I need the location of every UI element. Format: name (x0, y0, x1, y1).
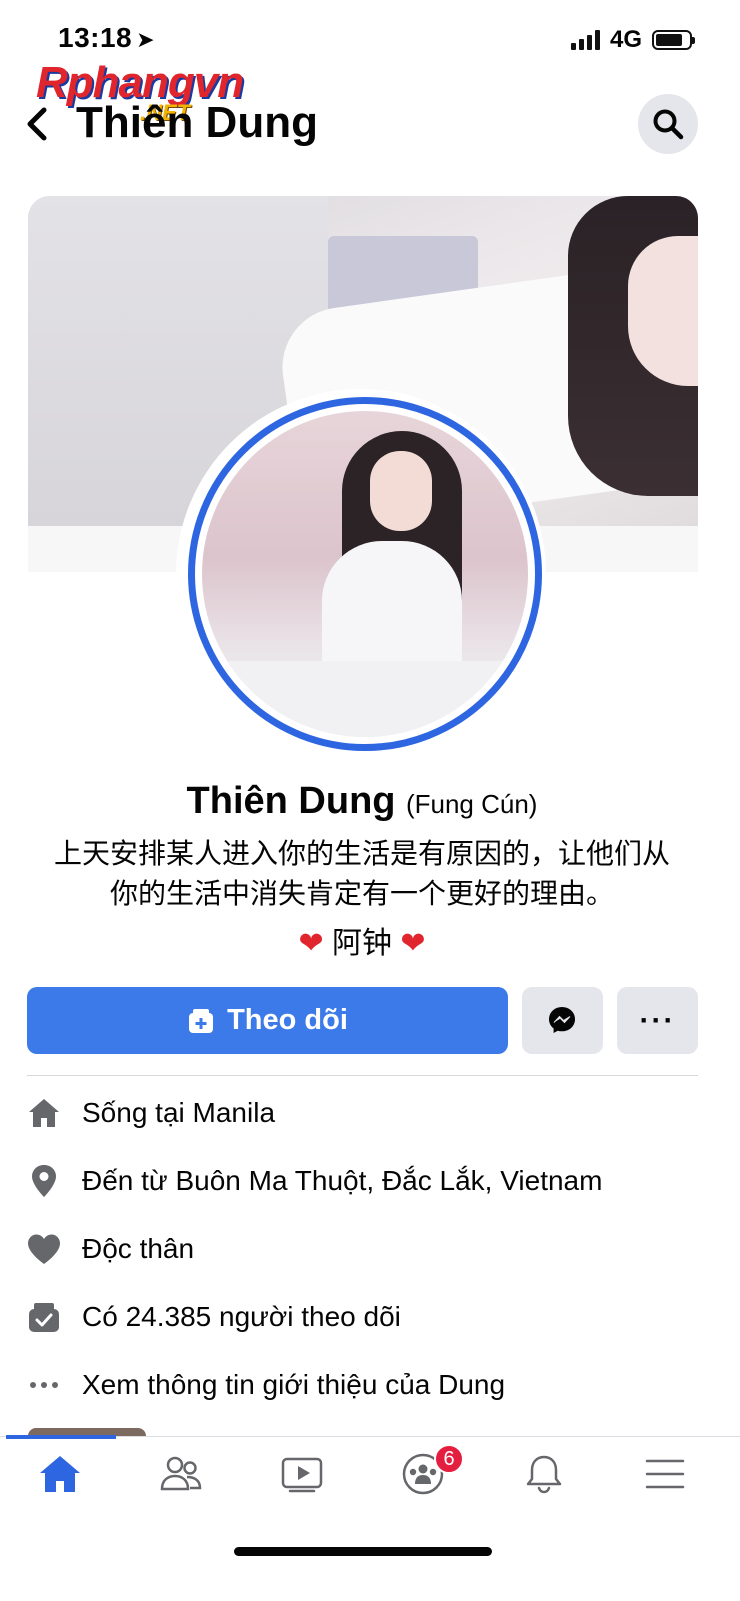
home-icon (40, 1456, 80, 1492)
info-text: Độc thân (82, 1233, 195, 1264)
follow-plus-icon (189, 1008, 214, 1033)
chevron-left-icon (27, 107, 47, 141)
info-row-see-about[interactable]: Xem thông tin giới thiệu của Dung (26, 1360, 505, 1410)
info-row-lives-in: Sống tại Manila (26, 1088, 275, 1138)
messenger-icon (549, 1007, 575, 1033)
divider (27, 1075, 698, 1076)
info-text: Có 24.385 người theo dõi (82, 1301, 401, 1332)
heart-icon (26, 1231, 62, 1267)
back-button[interactable] (22, 102, 62, 148)
red-heart-icon: ❤ (400, 927, 426, 960)
info-text: Đến từ Buôn Ma Thuột, Đắc Lắk, Vietnam (82, 1165, 603, 1196)
follow-button[interactable]: Theo dõi (27, 987, 508, 1054)
search-icon (653, 109, 684, 140)
home-indicator (234, 1547, 492, 1556)
profile-bio: 上天安排某人进入你的生活是有原因的，让他们从 你的生活中消失肯定有一个更好的理由… (30, 834, 694, 914)
video-icon (281, 1457, 323, 1493)
battery-icon (652, 30, 695, 50)
signal-icon (570, 30, 600, 50)
profile-name: Thiên Dung (Fung Cún) (0, 780, 724, 823)
tab-menu[interactable] (625, 1446, 705, 1502)
home-icon (26, 1095, 62, 1131)
status-time: 13:18 ➤ (58, 22, 156, 53)
bio-tag-text: 阿钟 (332, 927, 392, 960)
tab-watch[interactable] (262, 1446, 342, 1502)
bio-tag: ❤ 阿钟 ❤ (0, 918, 724, 962)
more-dots-icon (26, 1367, 62, 1403)
friends-icon (160, 1456, 202, 1491)
info-row-followers[interactable]: Có 24.385 người theo dõi (26, 1292, 401, 1342)
search-button[interactable] (638, 94, 698, 154)
bio-line: 你的生活中消失肯定有一个更好的理由。 (109, 878, 614, 909)
page-title: Thiên Dung (76, 98, 318, 147)
avatar[interactable] (202, 411, 528, 737)
profile-name-main: Thiên Dung (186, 780, 396, 822)
follow-label: Theo dõi (227, 1004, 348, 1036)
tab-friends[interactable] (141, 1446, 221, 1502)
tab-notifications[interactable] (504, 1446, 584, 1502)
status-indicators: 4G (570, 26, 695, 54)
more-dots-icon: ··· (639, 1003, 676, 1037)
profile-alt-name: (Fung Cún) (405, 789, 538, 819)
info-text: Xem thông tin giới thiệu của Dung (82, 1369, 506, 1400)
groups-notification-badge: 6 (434, 1444, 464, 1474)
bell-icon (526, 1455, 562, 1494)
network-label: 4G (609, 26, 642, 53)
more-options-button[interactable]: ··· (617, 987, 698, 1054)
followers-icon (26, 1299, 62, 1335)
info-row-relationship: Độc thân (26, 1224, 194, 1274)
location-pin-icon (26, 1163, 62, 1199)
bio-line: 上天安排某人进入你的生活是有原因的，让他们从 (53, 838, 670, 869)
red-heart-icon: ❤ (298, 927, 324, 960)
messenger-button[interactable] (522, 987, 603, 1054)
location-arrow-icon: ➤ (136, 27, 156, 52)
hamburger-menu-icon (645, 1459, 685, 1489)
active-tab-indicator (6, 1435, 116, 1439)
info-row-from: Đến từ Buôn Ma Thuột, Đắc Lắk, Vietnam (26, 1156, 602, 1206)
info-text: Sống tại Manila (82, 1097, 276, 1128)
tab-home[interactable] (20, 1446, 100, 1502)
